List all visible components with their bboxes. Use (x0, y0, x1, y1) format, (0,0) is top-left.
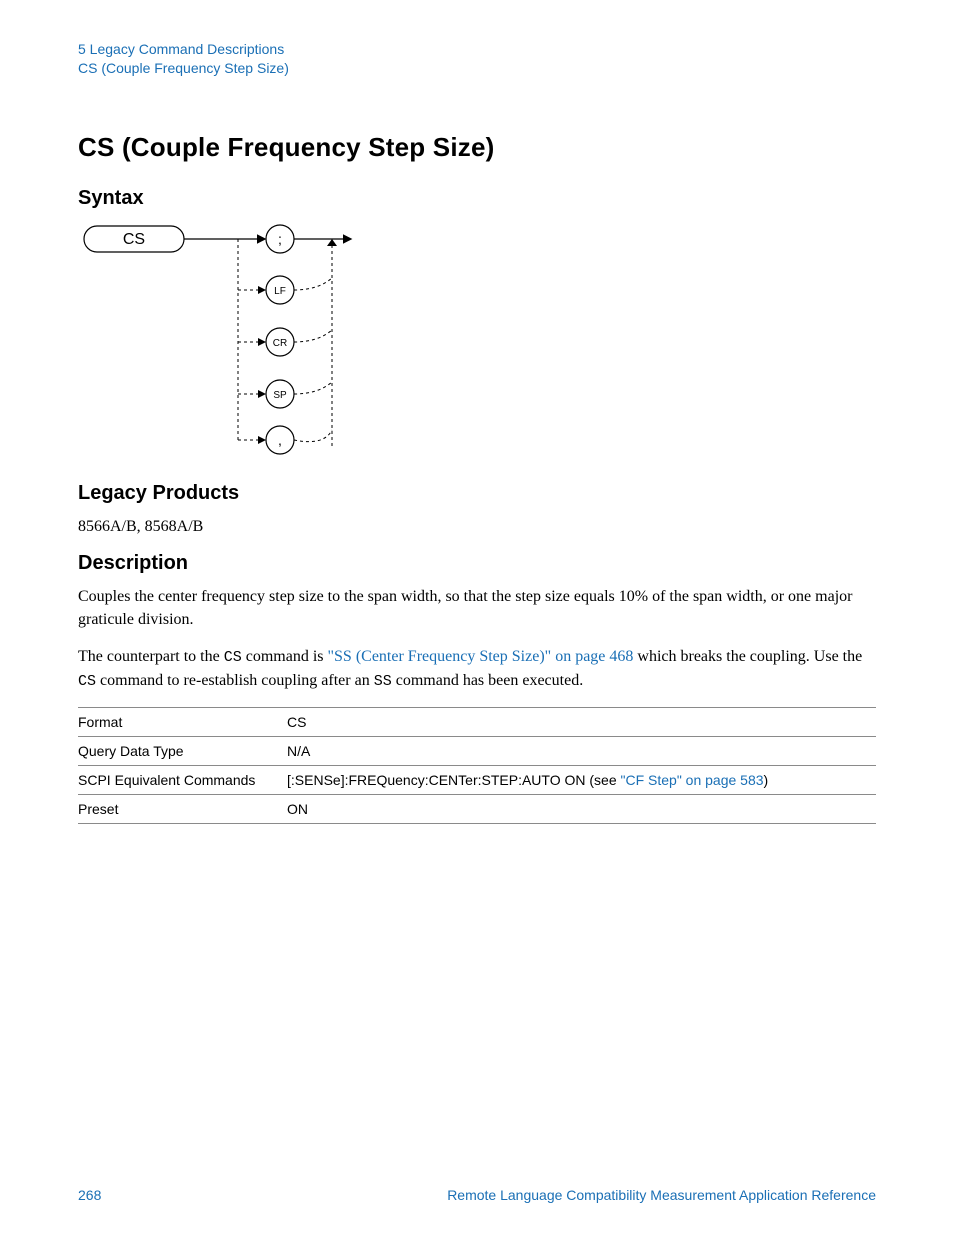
table-row: Format CS (78, 707, 876, 736)
section-legacy-heading: Legacy Products (78, 482, 876, 505)
diagram-option-semicolon: ; (278, 231, 282, 247)
syntax-diagram: CS ; LF CR (78, 220, 358, 462)
row-label: Format (78, 707, 287, 736)
page-content: 5 Legacy Command Descriptions CS (Couple… (0, 0, 954, 824)
description-paragraph-1: Couples the center frequency step size t… (78, 585, 876, 631)
scpi-post: ) (764, 772, 769, 788)
section-syntax-heading: Syntax (78, 187, 876, 210)
row-value: N/A (287, 736, 876, 765)
description-paragraph-2: The counterpart to the CS command is "SS… (78, 645, 876, 693)
page-footer: 268 Remote Language Compatibility Measur… (78, 1187, 876, 1203)
breadcrumb-chapter: 5 Legacy Command Descriptions (78, 40, 876, 59)
document-title: Remote Language Compatibility Measuremen… (447, 1187, 876, 1203)
breadcrumb-topic: CS (Couple Frequency Step Size) (78, 59, 876, 78)
desc-p2-mid3: command to re-establish coupling after a… (96, 672, 374, 689)
desc-p2-code3: SS (374, 673, 392, 690)
diagram-option-comma: , (278, 432, 282, 448)
scpi-pre: [:SENSe]:FREQuency:CENTer:STEP:AUTO ON (… (287, 772, 621, 788)
desc-p2-code2: CS (78, 673, 96, 690)
spec-table: Format CS Query Data Type N/A SCPI Equiv… (78, 707, 876, 824)
row-label: Query Data Type (78, 736, 287, 765)
cf-step-link[interactable]: "CF Step" on page 583 (621, 772, 764, 788)
row-value: CS (287, 707, 876, 736)
desc-p2-mid2: which breaks the coupling. Use the (633, 648, 862, 665)
table-row: Preset ON (78, 794, 876, 823)
table-row: SCPI Equivalent Commands [:SENSe]:FREQue… (78, 765, 876, 794)
breadcrumb: 5 Legacy Command Descriptions CS (Couple… (78, 40, 876, 78)
page-title: CS (Couple Frequency Step Size) (78, 132, 876, 163)
legacy-products-text: 8566A/B, 8568A/B (78, 515, 876, 538)
diagram-option-sp: SP (273, 390, 287, 401)
row-value: [:SENSe]:FREQuency:CENTer:STEP:AUTO ON (… (287, 765, 876, 794)
row-label: Preset (78, 794, 287, 823)
row-label: SCPI Equivalent Commands (78, 765, 287, 794)
page-number: 268 (78, 1187, 101, 1203)
desc-p2-code1: CS (224, 649, 242, 666)
desc-p2-mid1: command is (242, 648, 328, 665)
row-value: ON (287, 794, 876, 823)
section-description-heading: Description (78, 552, 876, 575)
ss-command-link[interactable]: "SS (Center Frequency Step Size)" on pag… (328, 648, 634, 665)
diagram-option-cr: CR (273, 338, 287, 349)
desc-p2-end: command has been executed. (392, 672, 583, 689)
desc-p2-pre: The counterpart to the (78, 648, 224, 665)
diagram-start-label: CS (123, 231, 145, 248)
table-row: Query Data Type N/A (78, 736, 876, 765)
diagram-option-lf: LF (274, 286, 286, 297)
